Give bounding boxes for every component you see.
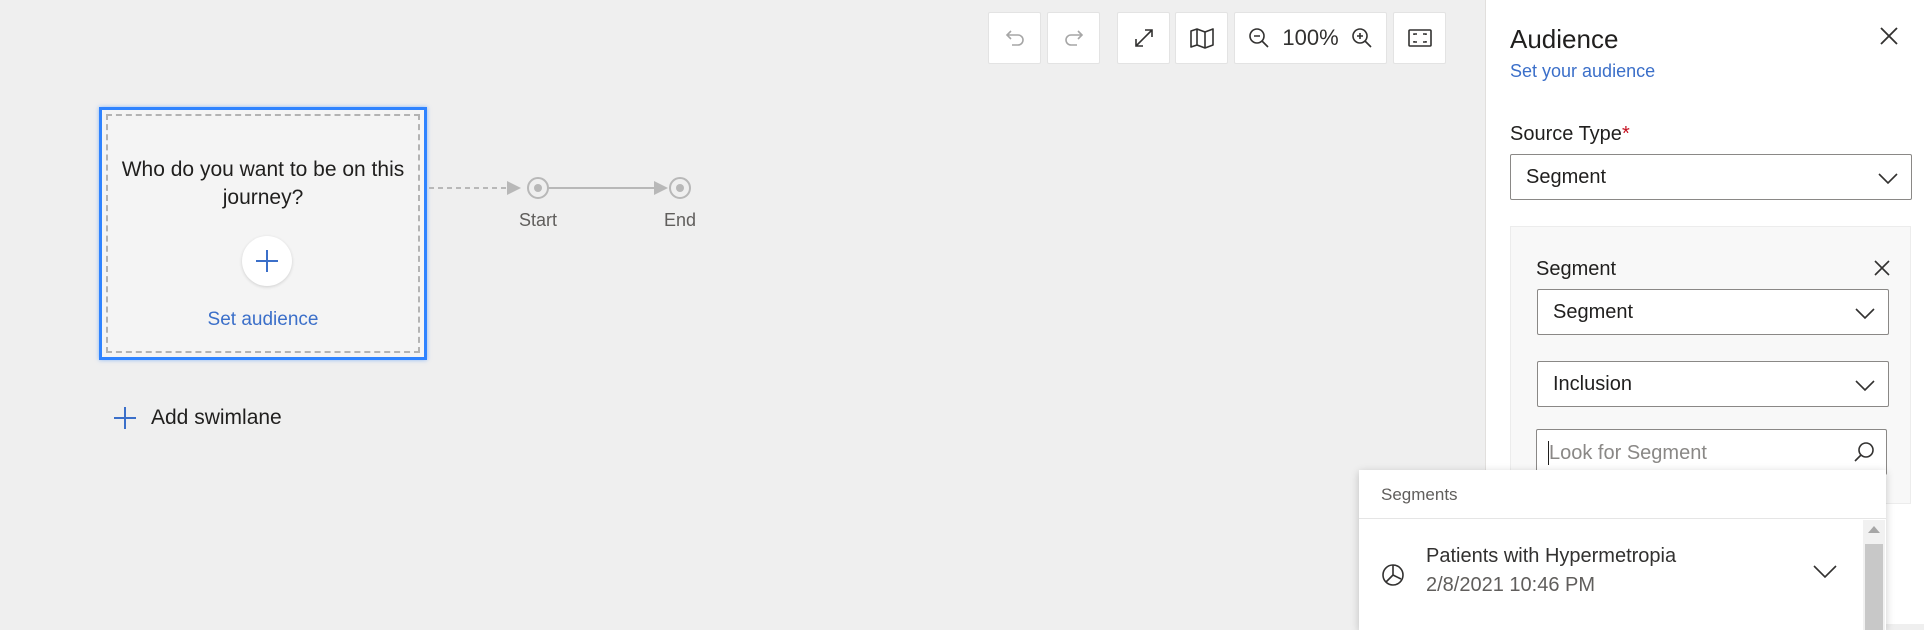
segment-date: 2/8/2021 10:46 PM bbox=[1426, 574, 1596, 596]
zoom-out-button[interactable] bbox=[1247, 26, 1271, 50]
segment-icon bbox=[1382, 564, 1404, 586]
expand-icon bbox=[1134, 29, 1153, 47]
close-panel-button[interactable] bbox=[1879, 26, 1899, 51]
plus-icon bbox=[256, 250, 278, 272]
required-mark: * bbox=[1621, 123, 1630, 145]
audience-tile-inner: Who do you want to be on this journey? S… bbox=[106, 114, 420, 353]
scroll-up-arrow[interactable] bbox=[1868, 526, 1880, 533]
plus-icon bbox=[114, 407, 136, 429]
start-node[interactable] bbox=[527, 177, 549, 199]
scrollbar-thumb[interactable] bbox=[1865, 544, 1883, 630]
list-item[interactable]: Patients with Hypermetropia 2/8/2021 10:… bbox=[1359, 520, 1859, 630]
chevron-down-icon[interactable] bbox=[1812, 560, 1838, 582]
suggestions-header: Segments bbox=[1359, 470, 1886, 519]
source-type-dropdown[interactable]: Segment bbox=[1510, 154, 1912, 200]
journey-canvas: 100% Who do you want to be on this journ… bbox=[0, 0, 1485, 624]
segment-label: Segment bbox=[1536, 258, 1617, 280]
map-button[interactable] bbox=[1175, 12, 1228, 64]
inclusion-value: Inclusion bbox=[1553, 372, 1632, 395]
panel-title: Audience bbox=[1510, 24, 1619, 54]
add-swimlane-button[interactable]: Add swimlane bbox=[113, 406, 282, 430]
chevron-down-icon bbox=[1855, 380, 1875, 392]
chevron-down-icon bbox=[1855, 308, 1875, 320]
set-audience-link[interactable]: Set audience bbox=[108, 309, 418, 331]
zoom-in-icon bbox=[1352, 28, 1372, 48]
search-icon bbox=[1854, 442, 1874, 462]
close-icon bbox=[1874, 260, 1890, 276]
undo-icon bbox=[1005, 30, 1024, 46]
redo-button[interactable] bbox=[1047, 12, 1100, 64]
map-icon bbox=[1189, 28, 1214, 49]
fit-to-screen-icon bbox=[1407, 29, 1432, 47]
segment-search-box bbox=[1536, 429, 1887, 476]
zoom-control: 100% bbox=[1234, 12, 1387, 64]
segment-dropdown[interactable]: Segment bbox=[1537, 289, 1889, 335]
source-type-value: Segment bbox=[1526, 165, 1607, 188]
zoom-out-icon bbox=[1249, 28, 1269, 48]
expand-button[interactable] bbox=[1117, 12, 1170, 64]
segment-dropdown-value: Segment bbox=[1553, 300, 1634, 323]
panel-subtitle: Set your audience bbox=[1510, 61, 1656, 81]
remove-segment-button[interactable] bbox=[1873, 259, 1891, 282]
zoom-in-button[interactable] bbox=[1350, 26, 1374, 50]
chevron-down-icon bbox=[1878, 173, 1898, 185]
undo-button[interactable] bbox=[988, 12, 1041, 64]
add-audience-button[interactable] bbox=[242, 236, 292, 286]
redo-icon bbox=[1064, 30, 1083, 46]
segment-suggestions: Segments Patients with Hypermetropia 2/8… bbox=[1359, 470, 1886, 630]
scrollbar[interactable] bbox=[1863, 520, 1885, 630]
end-label: End bbox=[664, 210, 697, 230]
add-swimlane-label: Add swimlane bbox=[151, 406, 282, 429]
inclusion-dropdown[interactable]: Inclusion bbox=[1537, 361, 1889, 407]
segment-name: Patients with Hypermetropia bbox=[1426, 545, 1677, 567]
source-type-label: Source Type* bbox=[1510, 123, 1630, 145]
end-node[interactable] bbox=[669, 177, 691, 199]
audience-tile[interactable]: Who do you want to be on this journey? S… bbox=[99, 107, 427, 360]
fit-to-screen-button[interactable] bbox=[1393, 12, 1446, 64]
journey-path bbox=[429, 177, 691, 199]
close-icon bbox=[1880, 27, 1898, 45]
zoom-level: 100% bbox=[1282, 25, 1339, 50]
start-label: Start bbox=[519, 210, 558, 230]
audience-tile-title: Who do you want to be on this journey? bbox=[121, 158, 405, 209]
